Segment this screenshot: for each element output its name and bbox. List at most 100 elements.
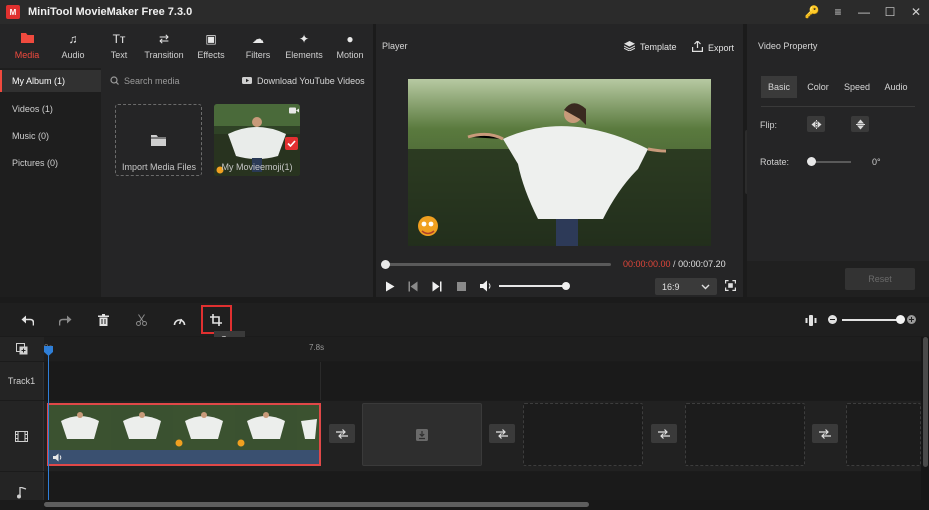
close-button[interactable]: ✕ [903, 0, 929, 24]
transition-slot-1[interactable] [329, 424, 355, 443]
app-logo: M [6, 5, 20, 19]
zoom-slider[interactable] [842, 319, 900, 321]
clip-thumbnails [49, 405, 319, 450]
vertical-scrollbar[interactable] [921, 337, 929, 500]
current-time: 00:00:00.00 [623, 259, 671, 269]
sidebar-item-videos[interactable]: Videos (1) [0, 98, 101, 120]
player-title: Player [382, 41, 408, 51]
template-button[interactable]: Template [623, 41, 677, 53]
tab-color[interactable]: Color [799, 76, 837, 98]
volume-icon[interactable] [480, 280, 492, 294]
export-icon [692, 40, 703, 54]
redo-icon[interactable] [54, 309, 76, 331]
tab-media[interactable]: Media [4, 24, 50, 68]
tab-basic[interactable]: Basic [761, 76, 797, 98]
sidebar-item-my-album[interactable]: My Album (1) [0, 70, 101, 92]
scrollbar-thumb[interactable] [44, 502, 589, 507]
delete-icon[interactable] [92, 309, 114, 331]
timeline-ruler[interactable]: 0s 7.8s [0, 337, 921, 361]
flip-horizontal-icon [811, 119, 821, 129]
tab-effects[interactable]: ▣ Effects [188, 24, 234, 68]
minimize-button[interactable]: — [851, 0, 877, 24]
maximize-button[interactable]: ☐ [877, 0, 903, 24]
zoom-out-icon[interactable] [828, 315, 837, 324]
panel-title: Video Property [758, 41, 818, 51]
rotate-value: 0° [872, 157, 881, 167]
download-youtube-link[interactable]: Download YouTube Videos [242, 72, 365, 90]
key-icon[interactable]: 🔑 [799, 0, 825, 24]
tab-speed[interactable]: Speed [837, 76, 877, 98]
transition-slot-4[interactable] [812, 424, 838, 443]
speed-icon[interactable] [168, 309, 190, 331]
transition-icon [336, 428, 348, 439]
undo-icon[interactable] [16, 309, 38, 331]
transition-slot-3[interactable] [651, 424, 677, 443]
transition-icon [496, 428, 508, 439]
playhead-line [48, 355, 49, 500]
divider [761, 106, 915, 107]
ruler-mark-label: 7.8s [309, 343, 325, 352]
volume-slider[interactable] [499, 285, 566, 287]
stop-icon[interactable] [457, 282, 466, 293]
tab-motion[interactable]: ● Motion [327, 24, 373, 68]
tab-transition[interactable]: ⇄ Transition [140, 24, 188, 68]
audio-waveform-icon[interactable] [800, 309, 822, 331]
next-frame-icon[interactable] [432, 281, 442, 294]
player-panel: Player Template Export 00:00:00.00 / 00:… [376, 24, 743, 297]
empty-clip-slot[interactable] [362, 403, 482, 466]
sidebar-item-pictures[interactable]: Pictures (0) [0, 152, 101, 174]
video-camera-icon [289, 107, 299, 116]
tab-filters[interactable]: ☁ Filters [235, 24, 281, 68]
filters-icon: ☁ [252, 32, 264, 46]
transition-slot-2[interactable] [489, 424, 515, 443]
download-icon [242, 76, 252, 87]
media-item-caption: My Movieemoji(1) [221, 162, 293, 172]
flip-vertical-button[interactable] [851, 116, 869, 132]
effects-icon: ▣ [205, 32, 217, 46]
checked-icon[interactable] [285, 137, 298, 150]
flip-horizontal-button[interactable] [807, 116, 825, 132]
progress-knob[interactable] [380, 260, 390, 269]
video-clip[interactable] [47, 403, 321, 466]
previous-frame-icon[interactable] [408, 281, 418, 294]
audio-track [0, 472, 921, 500]
tab-audio[interactable]: ♫ Audio [50, 24, 96, 68]
sidebar-item-music[interactable]: Music (0) [0, 125, 101, 147]
volume-icon [53, 453, 62, 461]
empty-clip-slot[interactable] [685, 403, 805, 466]
add-track-icon[interactable] [0, 337, 44, 361]
download-icon [416, 428, 428, 441]
horizontal-scrollbar[interactable] [44, 500, 929, 510]
chevron-down-icon [701, 282, 710, 292]
empty-clip-slot[interactable] [846, 403, 921, 466]
flip-vertical-icon [855, 119, 865, 129]
clip-audio-bar[interactable] [49, 450, 319, 464]
split-scissors-icon[interactable] [130, 309, 152, 331]
tab-text[interactable]: Tт Text [96, 24, 142, 68]
menu-icon[interactable]: ≡ [825, 0, 851, 24]
zoom-in-icon[interactable] [907, 315, 916, 324]
search-icon [110, 75, 119, 87]
video-preview[interactable] [408, 79, 711, 246]
rotate-knob[interactable] [807, 157, 816, 166]
zoom-knob[interactable] [895, 315, 905, 324]
layers-icon [623, 41, 636, 53]
fullscreen-icon[interactable] [725, 280, 736, 293]
aspect-ratio-select[interactable]: 16:9 [655, 278, 717, 295]
elements-icon: ✦ [298, 32, 310, 46]
tab-elements[interactable]: ✦ Elements [281, 24, 327, 68]
search-input[interactable]: Search media [110, 72, 180, 90]
empty-clip-slot[interactable] [523, 403, 643, 466]
tab-audio[interactable]: Audio [877, 76, 915, 98]
progress-track[interactable] [385, 263, 611, 266]
search-placeholder: Search media [124, 76, 180, 86]
music-note-icon: ♫ [68, 32, 78, 46]
volume-knob[interactable] [562, 282, 570, 290]
scrollbar-thumb[interactable] [923, 337, 928, 467]
timeline-toolbar [0, 303, 929, 336]
play-icon[interactable] [385, 281, 395, 294]
track-divider [320, 362, 321, 400]
reset-button[interactable]: Reset [845, 268, 915, 290]
text-icon: Tт [112, 32, 126, 46]
export-button[interactable]: Export [692, 40, 734, 54]
